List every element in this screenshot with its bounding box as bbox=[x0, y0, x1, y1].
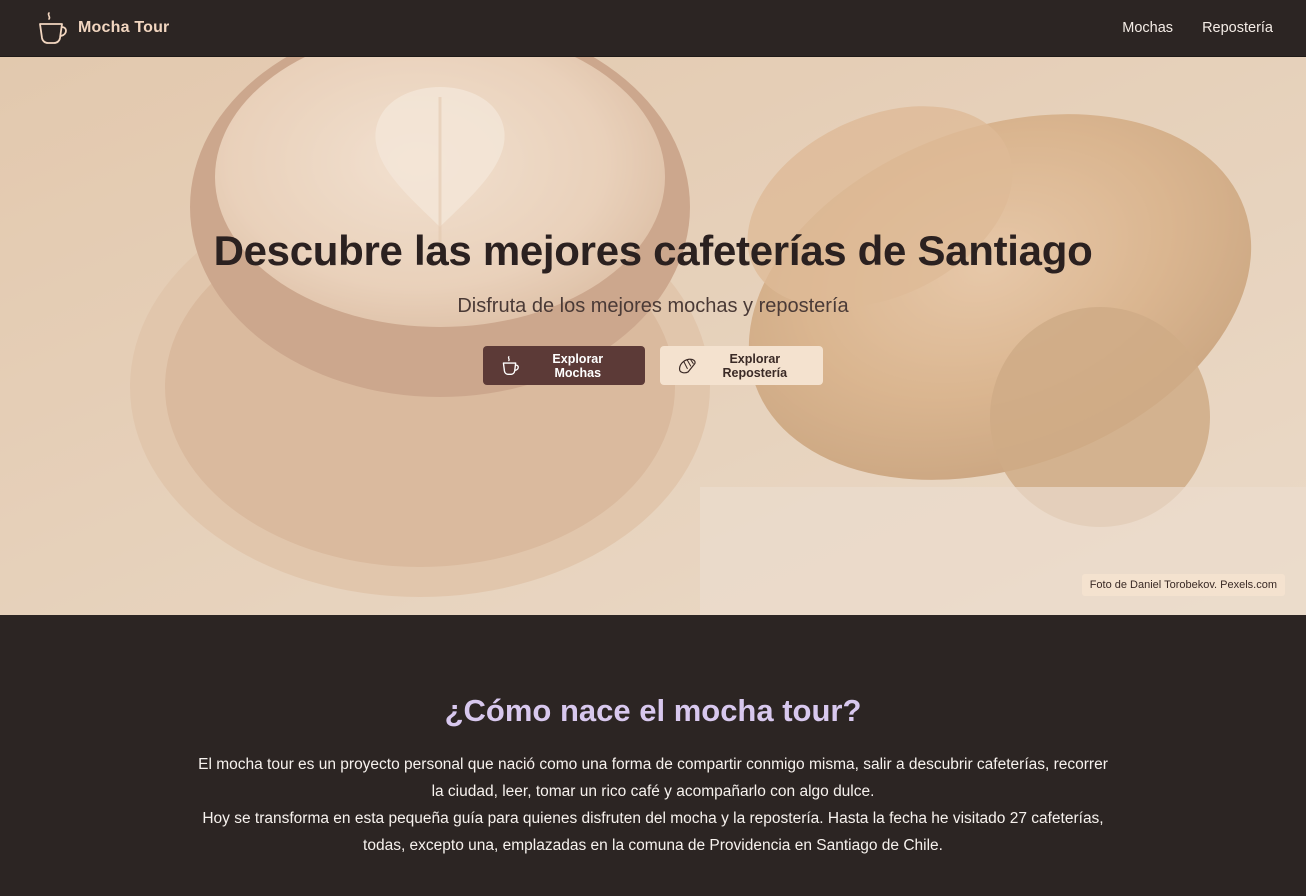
croissant-icon bbox=[679, 358, 696, 373]
hero-subtitle: Disfruta de los mejores mochas y reposte… bbox=[457, 295, 849, 317]
hero-buttons: Explorar Mochas Explorar Repostería bbox=[483, 346, 823, 385]
navbar: Mocha Tour Mochas Repostería bbox=[0, 0, 1306, 57]
explore-mochas-button[interactable]: Explorar Mochas bbox=[483, 346, 645, 385]
nav-link-mochas[interactable]: Mochas bbox=[1122, 20, 1173, 36]
about-paragraph-1: El mocha tour es un proyecto personal qu… bbox=[198, 756, 1108, 800]
explore-mochas-label: Explorar Mochas bbox=[552, 351, 604, 380]
nav-links: Mochas Repostería bbox=[1122, 20, 1273, 36]
explore-reposteria-button[interactable]: Explorar Repostería bbox=[660, 346, 823, 385]
about-text: El mocha tour es un proyecto personal qu… bbox=[193, 751, 1113, 859]
explore-reposteria-label: Explorar Repostería bbox=[722, 351, 788, 380]
brand-name: Mocha Tour bbox=[78, 19, 170, 36]
photo-credit: Foto de Daniel Torobekov. Pexels.com bbox=[1081, 574, 1285, 596]
coffee-cup-icon bbox=[502, 355, 519, 375]
brand-link[interactable]: Mocha Tour bbox=[36, 10, 169, 46]
about-section: ¿Cómo nace el mocha tour? El mocha tour … bbox=[0, 615, 1306, 896]
hero-content: Descubre las mejores cafeterías de Santi… bbox=[0, 57, 1306, 615]
nav-link-reposteria[interactable]: Repostería bbox=[1202, 20, 1273, 36]
about-title: ¿Cómo nace el mocha tour? bbox=[444, 693, 862, 728]
coffee-cup-icon bbox=[39, 12, 67, 44]
hero-section: Descubre las mejores cafeterías de Santi… bbox=[0, 57, 1306, 615]
about-paragraph-2: Hoy se transforma en esta pequeña guía p… bbox=[202, 810, 1104, 854]
hero-title: Descubre las mejores cafeterías de Santi… bbox=[213, 227, 1093, 274]
